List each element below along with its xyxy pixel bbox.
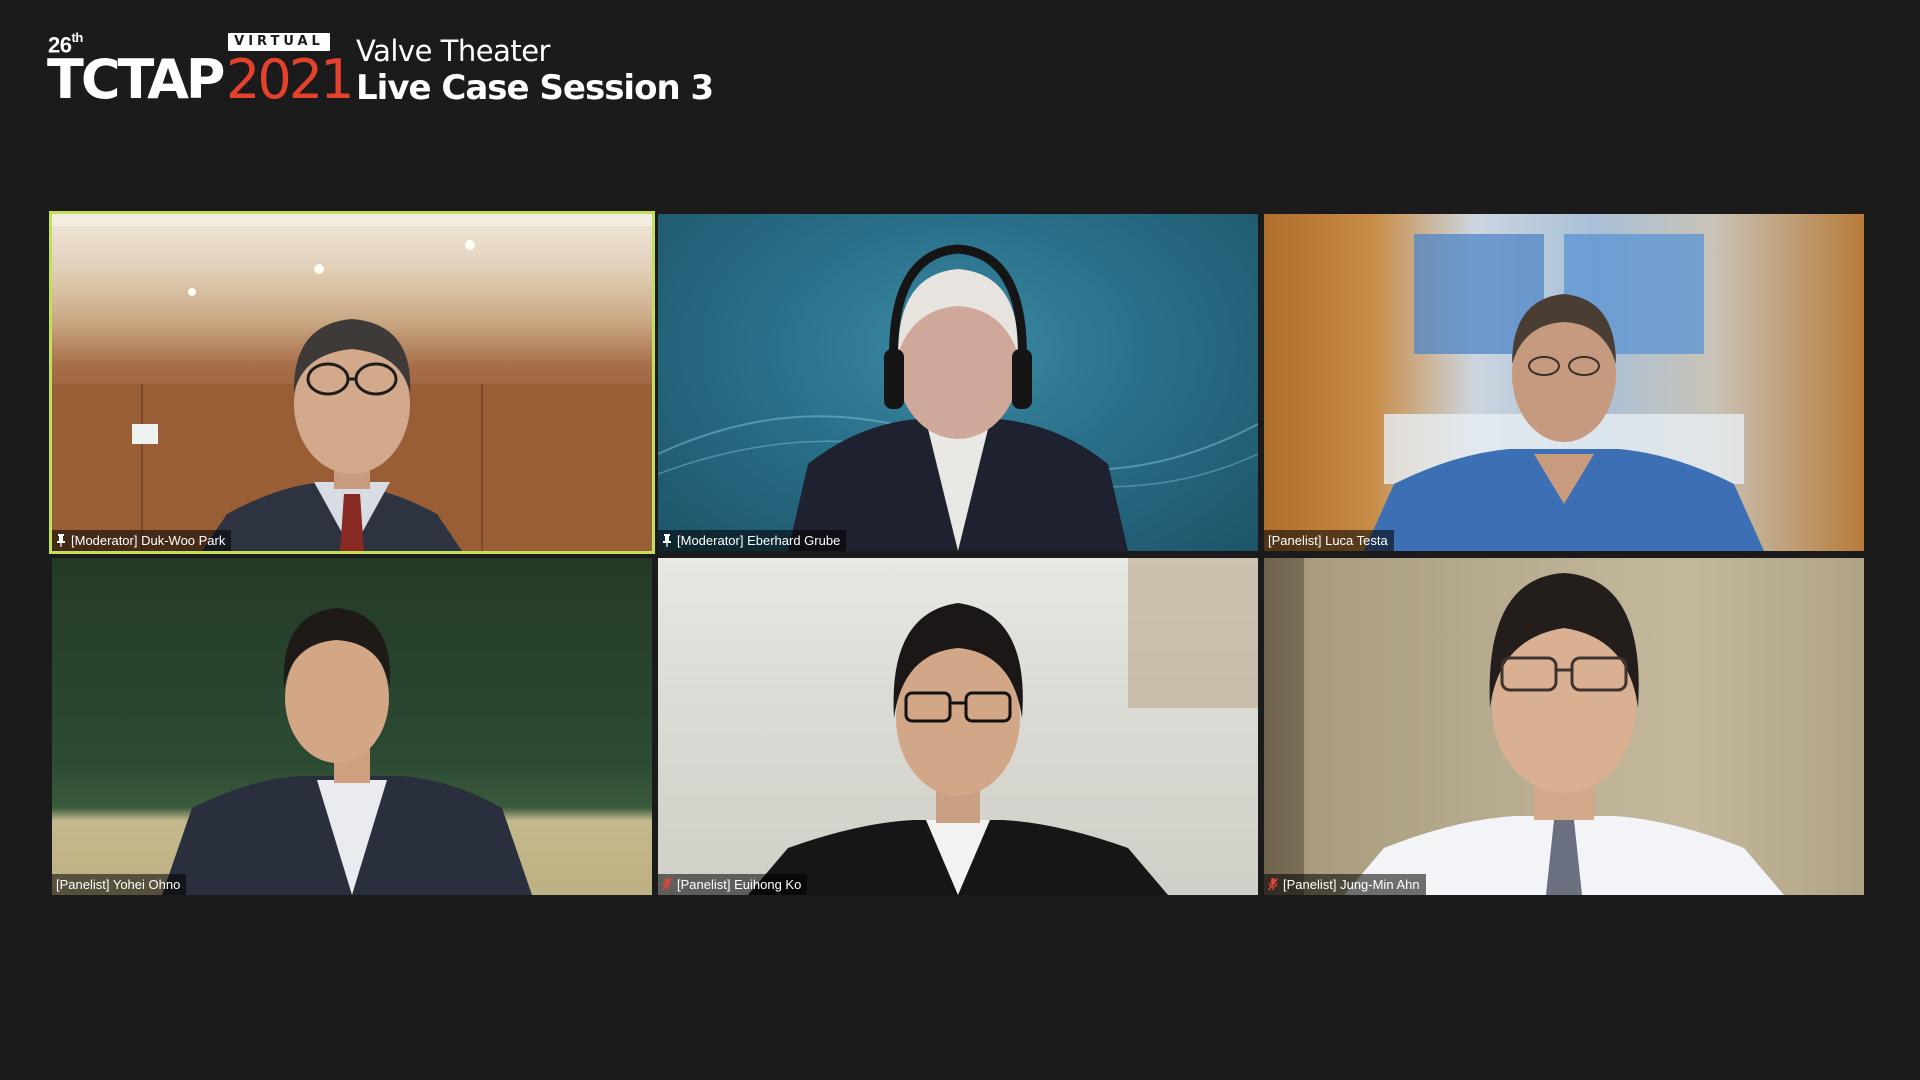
event-header: 26th VIRTUAL TCTAP 2021 Valve Theater Li… (47, 30, 808, 120)
participant-name: [Panelist] Jung-Min Ahn (1283, 877, 1420, 892)
participant-name-tag: [Panelist] Euihong Ko (658, 874, 808, 895)
video-tile-yohei-ohno[interactable]: [Panelist] Yohei Ohno (52, 558, 652, 895)
pin-icon (663, 534, 671, 547)
participant-name: [Panelist] Euihong Ko (677, 877, 802, 892)
pin-icon (57, 534, 65, 547)
meeting-screen: 26th VIRTUAL TCTAP 2021 Valve Theater Li… (0, 0, 1920, 1080)
video-gallery: [Moderator] Duk-Woo Park [Moderator] Ebe… (49, 211, 1864, 896)
muted-mic-icon (662, 878, 672, 891)
muted-mic-icon (1268, 878, 1278, 891)
participant-name-tag: [Panelist] Luca Testa (1264, 530, 1394, 551)
participant-name: [Moderator] Eberhard Grube (677, 533, 841, 548)
video-tile-eberhard-grube[interactable]: [Moderator] Eberhard Grube (658, 214, 1258, 551)
video-feed (52, 558, 652, 895)
event-name: TCTAP (47, 48, 225, 111)
video-tile-jung-min-ahn[interactable]: [Panelist] Jung-Min Ahn (1264, 558, 1864, 895)
session-title: Live Case Session 3 (356, 68, 714, 108)
video-feed (1264, 558, 1864, 895)
video-feed (658, 558, 1258, 895)
theater-name: Valve Theater (356, 34, 550, 68)
participant-name: [Panelist] Yohei Ohno (56, 877, 181, 892)
participant-name: [Moderator] Duk-Woo Park (71, 533, 226, 548)
participant-name-tag: [Moderator] Duk-Woo Park (52, 530, 232, 551)
event-logo: 26th VIRTUAL TCTAP 2021 (47, 30, 354, 120)
participant-name-tag: [Panelist] Jung-Min Ahn (1264, 874, 1426, 895)
video-feed (52, 214, 652, 551)
participant-name-tag: [Panelist] Yohei Ohno (52, 874, 187, 895)
participant-name-tag: [Moderator] Eberhard Grube (658, 530, 847, 551)
session-titles: Valve Theater Live Case Session 3 (356, 34, 714, 108)
video-feed (658, 214, 1258, 551)
event-year: 2021 (226, 48, 354, 111)
video-tile-luca-testa[interactable]: [Panelist] Luca Testa (1264, 214, 1864, 551)
participant-name: [Panelist] Luca Testa (1268, 533, 1388, 548)
video-tile-euihong-ko[interactable]: [Panelist] Euihong Ko (658, 558, 1258, 895)
video-tile-duk-woo-park[interactable]: [Moderator] Duk-Woo Park (49, 211, 655, 554)
video-feed (1264, 214, 1864, 551)
